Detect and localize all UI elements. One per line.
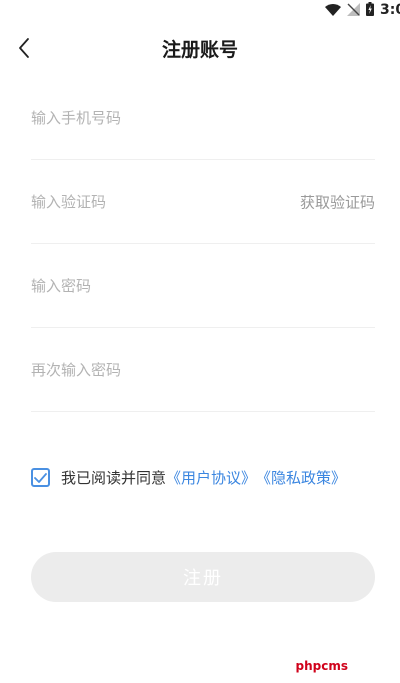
register-button[interactable]: 注册	[31, 552, 375, 602]
signal-off-icon	[347, 1, 360, 20]
header: 注册账号	[0, 28, 400, 72]
watermark: phpcms	[295, 659, 348, 673]
phone-input[interactable]	[31, 102, 271, 133]
agreement-row: 我已阅读并同意 《用户协议》 《隐私政策》	[31, 465, 375, 489]
verification-code-input[interactable]	[31, 186, 271, 217]
status-time: 3:03	[380, 2, 400, 18]
check-icon	[34, 468, 47, 487]
get-code-button[interactable]: 获取验证码	[300, 191, 375, 212]
confirm-password-field-row	[31, 328, 375, 412]
status-bar: 3:03	[0, 0, 400, 20]
phone-field-row	[31, 76, 375, 160]
password-input[interactable]	[31, 270, 271, 301]
user-agreement-link[interactable]: 《用户协议》	[166, 467, 256, 488]
chevron-left-icon	[17, 37, 31, 63]
back-button[interactable]	[8, 32, 40, 68]
code-field-row: 获取验证码	[31, 160, 375, 244]
register-screen: 3:03 注册账号 获取验证码	[0, 0, 400, 683]
status-icons: 3:03	[325, 0, 400, 20]
agreement-text: 我已阅读并同意	[61, 468, 167, 487]
password-field-row	[31, 244, 375, 328]
agreement-checkbox[interactable]	[31, 467, 50, 487]
battery-icon	[366, 1, 374, 20]
register-form: 获取验证码	[31, 76, 375, 412]
wifi-icon	[325, 1, 341, 20]
confirm-password-input[interactable]	[31, 354, 271, 385]
page-title: 注册账号	[161, 39, 238, 61]
privacy-policy-link[interactable]: 《隐私政策》	[256, 467, 346, 488]
